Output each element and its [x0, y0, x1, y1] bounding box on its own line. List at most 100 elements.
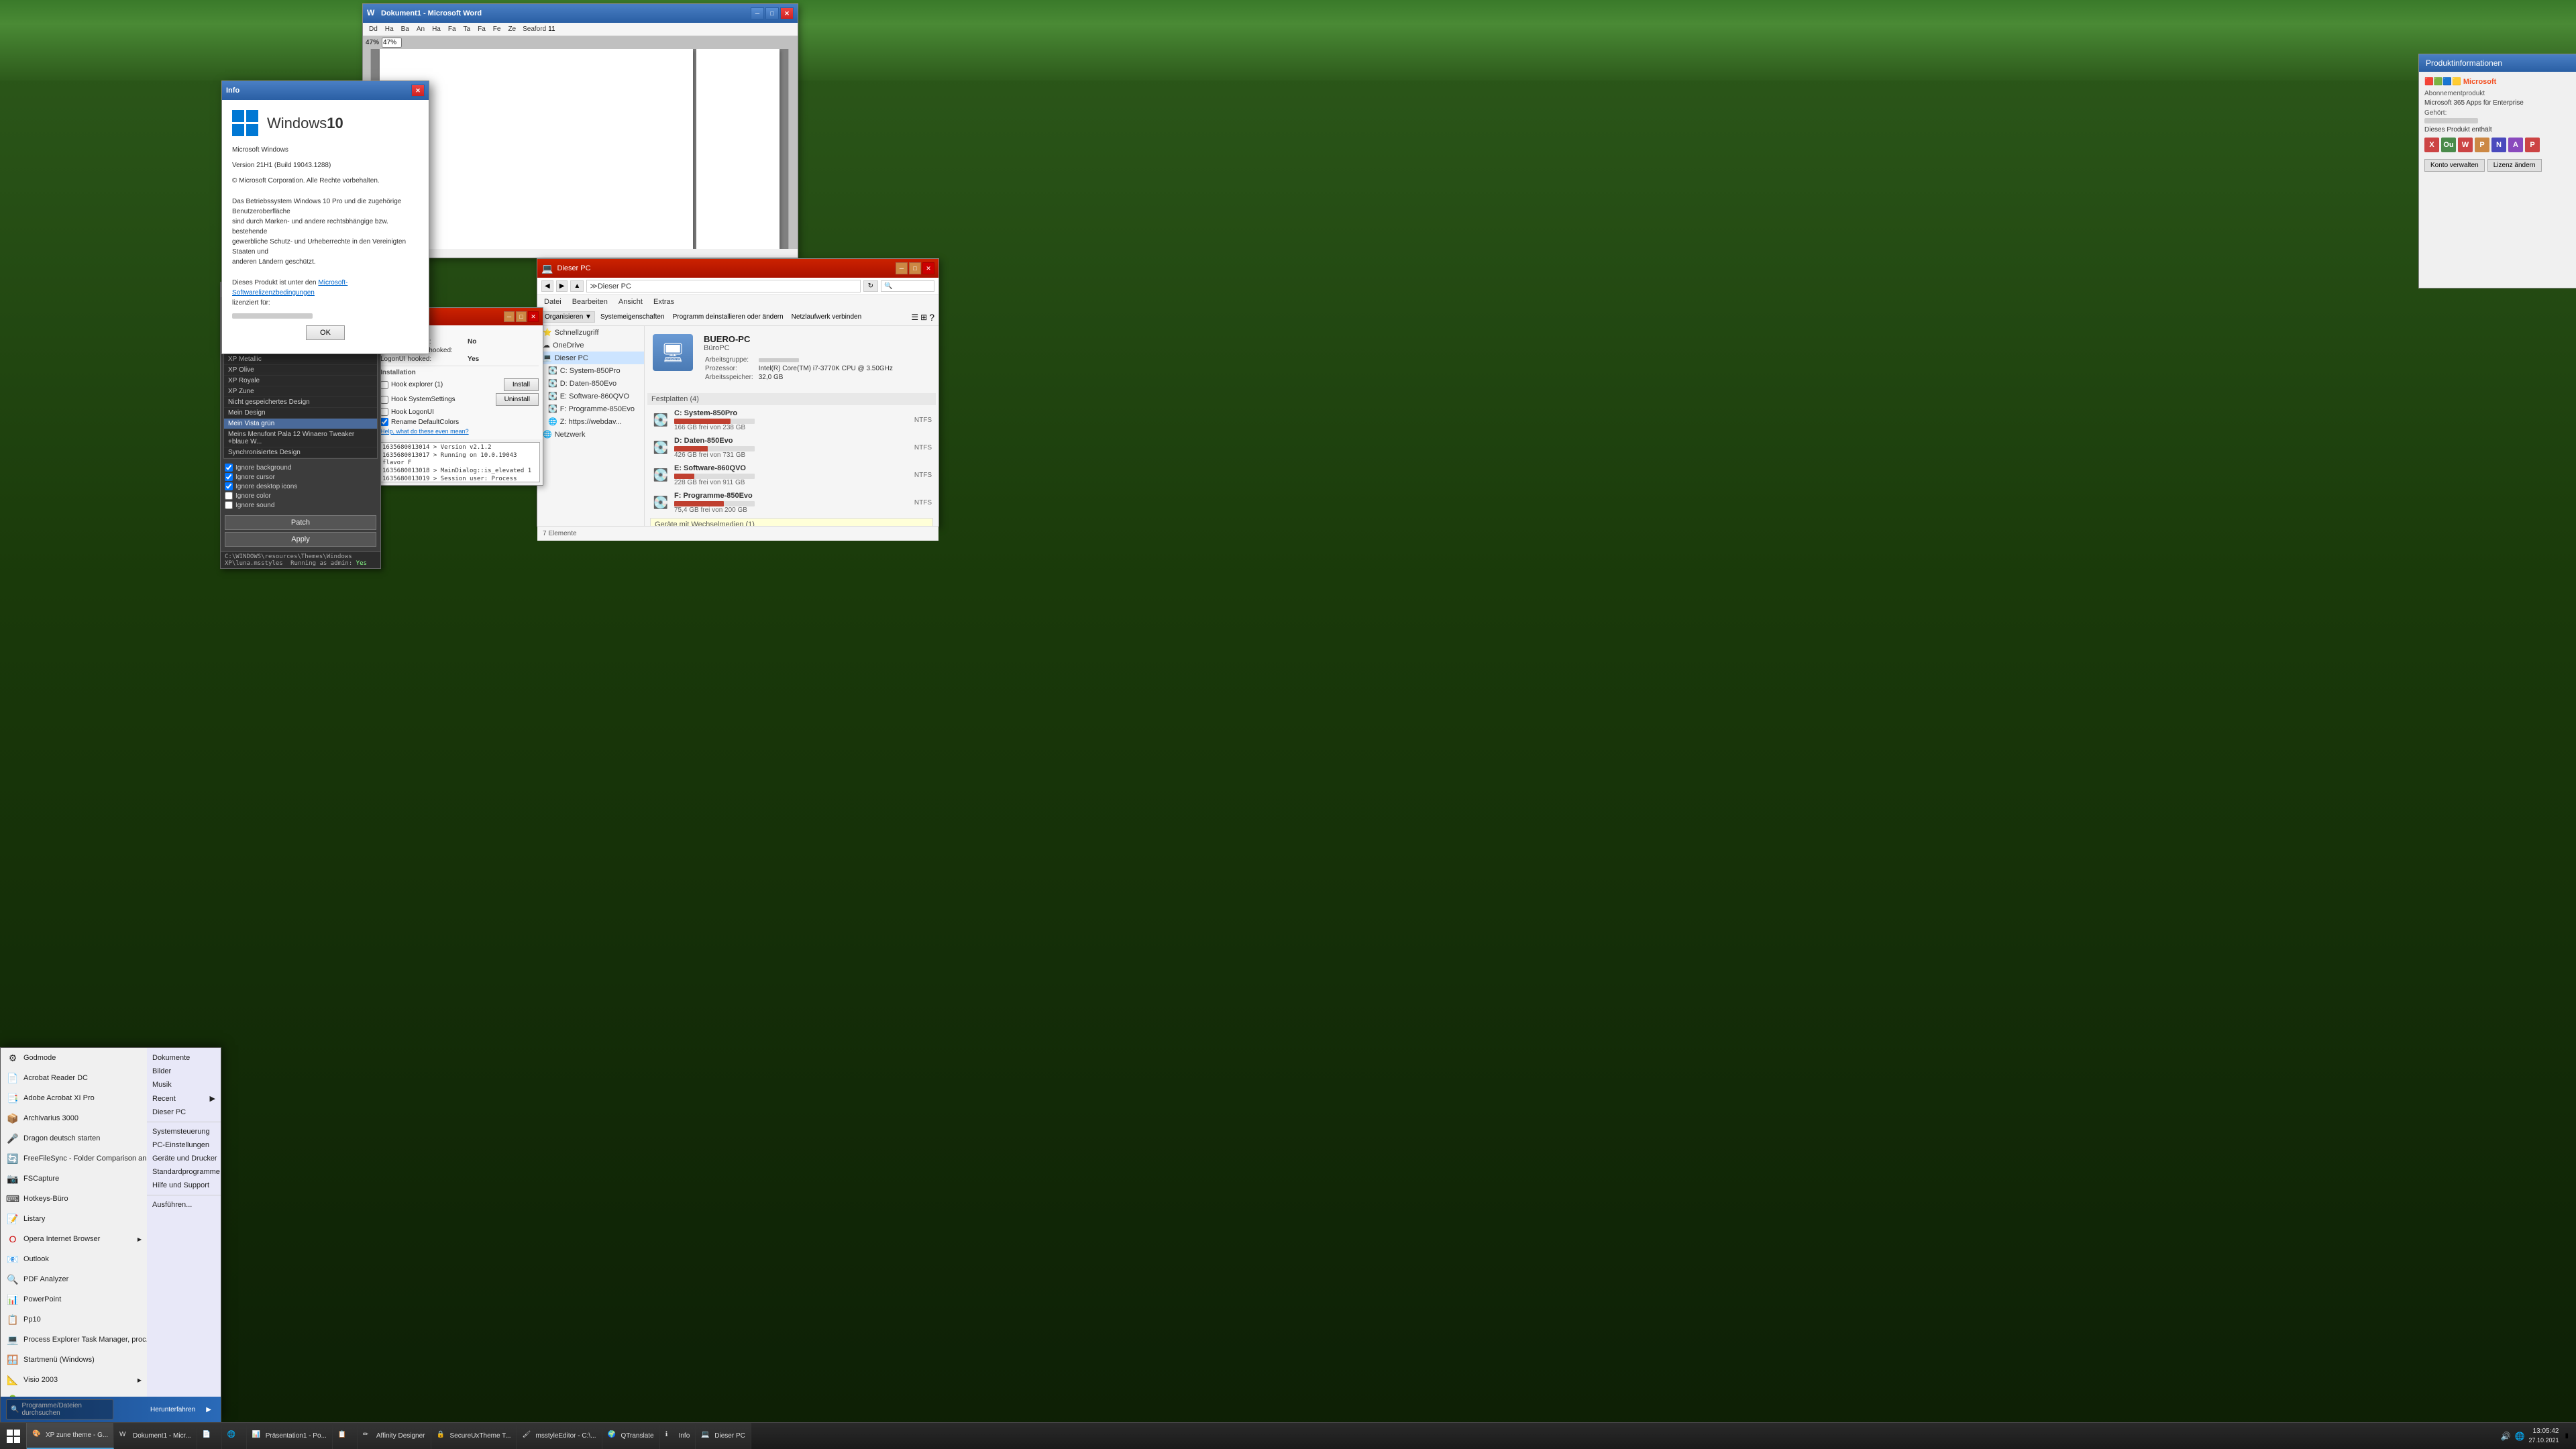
start-item-outlook[interactable]: 📧 Outlook [1, 1249, 147, 1269]
start-right-ausfuehren[interactable]: Ausführen... [147, 1198, 221, 1212]
taskbar-item-qtranslate[interactable]: 🌍 QTranslate [602, 1423, 660, 1449]
taskbar-item-info[interactable]: ℹ Info [660, 1423, 696, 1449]
toolbar-btn-ze[interactable]: Ze [504, 24, 519, 34]
toolbar-btn-ha[interactable]: Ha [382, 24, 397, 34]
about-ok-button[interactable]: OK [306, 325, 345, 340]
theme-item-xp-olive[interactable]: XP Olive [224, 365, 377, 376]
sidebar-item-e-drive[interactable]: 💽 E: Software-860QVO [537, 390, 644, 402]
explorer-menu-bearbeiten[interactable]: Bearbeiten [570, 297, 610, 307]
start-right-hilfe[interactable]: Hilfe und Support [147, 1179, 221, 1192]
explorer-back-button[interactable]: ◀ [541, 280, 553, 292]
ignore-desktop-icons-checkbox[interactable] [225, 482, 233, 490]
explorer-refresh-button[interactable]: ↻ [863, 280, 878, 292]
word-close-button[interactable]: ✕ [780, 7, 794, 19]
toolbar-btn-an[interactable]: An [413, 24, 428, 34]
ignore-cursor-checkbox[interactable] [225, 473, 233, 481]
patch-button[interactable]: Patch [225, 515, 376, 530]
ms-license-link[interactable]: Microsoft-Softwarelizenzbedingungen [232, 279, 347, 297]
start-right-recent[interactable]: Recent ▶ [147, 1091, 221, 1106]
hook-help-link[interactable]: Help, what do these even mean? [380, 428, 469, 435]
hook-minimize-button[interactable]: ─ [504, 311, 515, 322]
ignore-color-checkbox[interactable] [225, 492, 233, 500]
theme-item-xp-royale[interactable]: XP Royale [224, 376, 377, 386]
start-item-freefilesync[interactable]: 🔄 FreeFileSync - Folder Comparison an... [1, 1148, 147, 1169]
start-right-dieser-pc[interactable]: Dieser PC [147, 1106, 221, 1119]
start-right-dokumente[interactable]: Dokumente [147, 1051, 221, 1065]
drive-c-item[interactable]: 💽 C: System-850Pro 166 GB frei von 238 G… [647, 407, 936, 434]
start-item-pp10[interactable]: 📋 Pp10 [1, 1309, 147, 1330]
sidebar-item-schnellzugriff[interactable]: ⭐ Schnellzugriff [537, 326, 644, 339]
explorer-menu-extras[interactable]: Extras [651, 297, 677, 307]
taskbar-item-xp-zune[interactable]: 🎨 XP zune theme - G... [27, 1423, 114, 1449]
theme-item-meins-menufont[interactable]: Meins Menufont Pala 12 Winaero Tweaker +… [224, 429, 377, 447]
word-maximize-button[interactable]: □ [765, 7, 779, 19]
hook-maximize-button[interactable]: □ [516, 311, 527, 322]
taskbar-item-word[interactable]: W Dokument1 - Micr... [114, 1423, 197, 1449]
word-scrollbar[interactable] [788, 49, 798, 249]
start-item-fscapture[interactable]: 📷 FSCapture [1, 1169, 147, 1189]
theme-item-mein-vista-gruen[interactable]: Mein Vista grün [224, 419, 377, 429]
start-right-bilder[interactable]: Bilder [147, 1065, 221, 1078]
konto-verwalten-button[interactable]: Konto verwalten [2424, 159, 2485, 172]
toolbar-btn-ba[interactable]: Ba [398, 24, 413, 34]
explorer-forward-button[interactable]: ▶ [556, 280, 568, 292]
theme-item-nicht-gespeichert[interactable]: Nicht gespeichertes Design [224, 397, 377, 408]
uninstall-button[interactable]: Uninstall [496, 393, 539, 406]
explorer-menu-ansicht[interactable]: Ansicht [616, 297, 645, 307]
start-button[interactable] [0, 1423, 27, 1449]
toolbar-btn-ta[interactable]: Ta [460, 24, 474, 34]
taskbar-item-dieser-pc[interactable]: 💻 Dieser PC [696, 1423, 751, 1449]
taskbar-item-3[interactable]: 📄 [197, 1423, 222, 1449]
start-search-box[interactable]: 🔍 Programme/Dateien durchsuchen [6, 1399, 113, 1419]
explorer-organize-button[interactable]: Organisieren ▼ [541, 311, 595, 323]
start-item-hotkeys[interactable]: ⌨ Hotkeys-Büro [1, 1189, 147, 1209]
start-item-wiztree[interactable]: 🌳 WizTree64 [1, 1390, 147, 1397]
taskbar-item-msstyle[interactable]: 🖌 msstyleEditor - C:\... [517, 1423, 602, 1449]
apply-button[interactable]: Apply [225, 532, 376, 547]
start-item-startmenu[interactable]: 🪟 Startmenü (Windows) [1, 1350, 147, 1370]
start-item-visio[interactable]: 📐 Visio 2003 ▶ [1, 1370, 147, 1390]
install-button[interactable]: Install [504, 378, 539, 391]
show-desktop-button[interactable]: ▮ [2563, 1432, 2571, 1440]
sidebar-item-dieser-pc[interactable]: 💻 Dieser PC [537, 352, 644, 364]
explorer-address-bar[interactable]: ≫ Dieser PC [586, 280, 860, 292]
start-item-godmode[interactable]: ⚙ Godmode [1, 1048, 147, 1068]
taskbar-item-5[interactable]: 📋 [333, 1423, 358, 1449]
start-item-acrobat[interactable]: 📄 Acrobat Reader DC [1, 1068, 147, 1088]
shutdown-arrow-button[interactable]: ▶ [202, 1404, 215, 1415]
start-right-standardprogramme[interactable]: Standardprogramme [147, 1165, 221, 1179]
taskbar-item-presentation[interactable]: 📊 Präsentation1 - Po... [247, 1423, 333, 1449]
theme-item-xp-metallic[interactable]: XP Metallic [224, 354, 377, 365]
drive-f-item[interactable]: 💽 F: Programme-850Evo 75,4 GB frei von 2… [647, 489, 936, 517]
explorer-network-drive-button[interactable]: Netzlaufwerk verbinden [789, 312, 865, 322]
hook-explorer-checkbox[interactable] [380, 381, 388, 389]
toolbar-btn-dd[interactable]: Dd [366, 24, 381, 34]
explorer-details-view-icon[interactable]: ⊞ [920, 313, 927, 322]
start-item-archivarius[interactable]: 📦 Archivarius 3000 [1, 1108, 147, 1128]
explorer-close-button[interactable]: ✕ [922, 262, 934, 274]
toolbar-btn-fe[interactable]: Fe [490, 24, 504, 34]
start-right-pc-einstellungen[interactable]: PC-Einstellungen [147, 1138, 221, 1152]
sidebar-item-d-drive[interactable]: 💽 D: Daten-850Evo [537, 377, 644, 390]
start-right-geraete[interactable]: Geräte und Drucker [147, 1152, 221, 1165]
sidebar-item-z-drive[interactable]: 🌐 Z: https://webdav... [537, 415, 644, 428]
taskbar-item-secure-ux[interactable]: 🔒 SecureUxTheme T... [431, 1423, 517, 1449]
explorer-maximize-button[interactable]: □ [909, 262, 921, 274]
ignore-background-checkbox[interactable] [225, 464, 233, 472]
sidebar-item-onedrive[interactable]: ☁ OneDrive [537, 339, 644, 352]
theme-item-mein-design[interactable]: Mein Design [224, 408, 377, 419]
lizenz-aendern-button[interactable]: Lizenz ändern [2487, 159, 2542, 172]
toolbar-btn-ha2[interactable]: Ha [429, 24, 444, 34]
start-item-process-explorer[interactable]: 💻 Process Explorer Task Manager, proc... [1, 1330, 147, 1350]
explorer-menu-datei[interactable]: Datei [541, 297, 564, 307]
hook-logon-ui-checkbox[interactable] [380, 408, 388, 416]
explorer-uninstall-button[interactable]: Programm deinstallieren oder ändern [670, 312, 786, 322]
toolbar-btn-fa2[interactable]: Fa [474, 24, 489, 34]
hook-close-button[interactable]: ✕ [528, 311, 539, 322]
toolbar-btn-fa[interactable]: Fa [445, 24, 460, 34]
theme-item-sync-design[interactable]: Synchronisiertes Design [224, 447, 377, 458]
tray-network-icon[interactable]: 🌐 [2514, 1432, 2524, 1441]
word-page-2[interactable] [696, 49, 780, 249]
taskbar-clock[interactable]: 13:05:42 27.10.2021 [2528, 1427, 2559, 1445]
rename-default-colors-checkbox[interactable] [380, 418, 388, 426]
